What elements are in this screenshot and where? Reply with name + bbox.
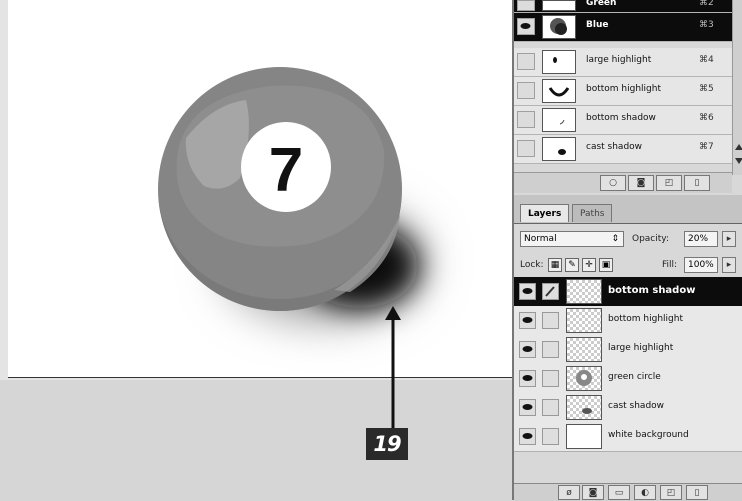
link-toggle[interactable] xyxy=(542,341,559,358)
eye-icon[interactable] xyxy=(519,283,536,300)
trash-icon[interactable]: ▯ xyxy=(684,175,710,191)
new-channel-icon[interactable]: ◰ xyxy=(656,175,682,191)
channel-name: bottom highlight xyxy=(586,84,661,94)
tab-layers[interactable]: Layers xyxy=(520,204,570,222)
ball-number: 7 xyxy=(269,136,303,205)
layers-button-bar: ø ◙ ▭ ◐ ◰ ▯ xyxy=(514,483,742,501)
tab-paths[interactable]: Paths xyxy=(572,204,613,222)
layer-style-icon[interactable]: ø xyxy=(558,485,580,500)
layer-row-bottom-highlight[interactable]: bottom highlight xyxy=(514,306,742,336)
eye-toggle-empty[interactable] xyxy=(517,111,535,128)
opacity-input[interactable]: 20% xyxy=(684,231,718,247)
layers-palette: Layers Paths Normal ⇕ Opacity: 20% ▸ Loc… xyxy=(512,195,742,501)
channel-thumbnail xyxy=(542,137,576,161)
channel-row-bottom-shadow[interactable]: bottom shadow ⌘6 xyxy=(514,106,732,135)
opacity-arrow-icon[interactable]: ▸ xyxy=(722,231,736,247)
blend-mode-value: Normal xyxy=(524,234,557,244)
link-toggle[interactable] xyxy=(542,428,559,445)
layer-row-cast-shadow[interactable]: cast shadow xyxy=(514,393,742,423)
layer-name: large highlight xyxy=(608,343,674,353)
layer-name: cast shadow xyxy=(608,401,665,411)
eye-icon[interactable] xyxy=(519,399,536,416)
channel-shortcut: ⌘4 xyxy=(699,55,714,65)
eye-icon[interactable] xyxy=(519,341,536,358)
link-toggle[interactable] xyxy=(542,370,559,387)
channel-name: Green xyxy=(586,0,617,8)
new-layer-icon[interactable]: ◰ xyxy=(660,485,682,500)
billiard-ball-artwork: 7 xyxy=(158,67,424,320)
link-toggle[interactable] xyxy=(542,399,559,416)
layer-row-large-highlight[interactable]: large highlight xyxy=(514,335,742,365)
channel-row-blue[interactable]: Blue ⌘3 xyxy=(514,13,732,42)
eye-icon[interactable] xyxy=(519,312,536,329)
channel-shortcut: ⌘3 xyxy=(699,20,714,30)
eye-icon[interactable] xyxy=(517,18,535,35)
channel-row-cast-shadow[interactable]: cast shadow ⌘7 xyxy=(514,135,732,164)
eye-toggle-empty[interactable] xyxy=(517,140,535,157)
layer-name: bottom highlight xyxy=(608,314,683,324)
brush-icon xyxy=(542,283,559,300)
layer-thumbnail xyxy=(566,395,602,420)
channel-shortcut: ⌘5 xyxy=(699,84,714,94)
eye-icon[interactable] xyxy=(517,0,535,11)
new-set-icon[interactable]: ▭ xyxy=(608,485,630,500)
lock-label: Lock: xyxy=(520,260,544,270)
layer-thumbnail xyxy=(566,337,602,362)
blend-mode-select[interactable]: Normal ⇕ xyxy=(520,231,624,247)
channels-palette: Green ⌘2 Blue ⌘3 large highlight ⌘4 bott… xyxy=(512,0,742,195)
layer-row-white-background[interactable]: white background xyxy=(514,422,742,452)
channel-name: large highlight xyxy=(586,55,652,65)
channel-name: cast shadow xyxy=(586,142,643,152)
channel-shortcut: ⌘2 xyxy=(699,0,714,8)
layer-row-bottom-shadow[interactable]: bottom shadow xyxy=(514,277,742,307)
eye-icon[interactable] xyxy=(519,370,536,387)
channel-thumbnail xyxy=(542,79,576,103)
channel-thumbnail xyxy=(542,108,576,132)
opacity-label: Opacity: xyxy=(632,234,669,244)
save-selection-icon[interactable]: ◙ xyxy=(628,175,654,191)
layer-row-green-circle[interactable]: green circle xyxy=(514,364,742,394)
channel-thumbnail xyxy=(542,15,576,39)
channel-row-large-highlight[interactable]: large highlight ⌘4 xyxy=(514,48,732,77)
channel-thumbnail xyxy=(542,50,576,74)
load-selection-icon[interactable]: ○ xyxy=(600,175,626,191)
layer-name: bottom shadow xyxy=(608,285,696,296)
link-toggle[interactable] xyxy=(542,312,559,329)
trash-icon[interactable]: ▯ xyxy=(686,485,708,500)
callout-arrow xyxy=(385,306,401,436)
layer-thumbnail xyxy=(566,308,602,333)
image-canvas[interactable]: 7 xyxy=(8,0,513,378)
channel-name: bottom shadow xyxy=(586,113,656,123)
layer-thumbnail xyxy=(566,279,602,304)
eye-toggle-empty[interactable] xyxy=(517,82,535,99)
layer-name: green circle xyxy=(608,372,661,382)
channel-shortcut: ⌘7 xyxy=(699,142,714,152)
channels-button-bar: ○ ◙ ◰ ▯ xyxy=(514,172,732,193)
channel-shortcut: ⌘6 xyxy=(699,113,714,123)
layer-name: white background xyxy=(608,430,689,440)
fill-arrow-icon[interactable]: ▸ xyxy=(722,257,736,273)
document-window: 7 xyxy=(0,0,513,380)
channels-scrollbar[interactable] xyxy=(732,0,742,175)
step-number-badge: 19 xyxy=(366,428,408,460)
fill-input[interactable]: 100% xyxy=(684,257,718,273)
channel-row-green[interactable]: Green ⌘2 xyxy=(514,0,732,13)
eye-toggle-empty[interactable] xyxy=(517,53,535,70)
lock-transparency-icon[interactable]: ▦ xyxy=(548,258,562,272)
layer-thumbnail xyxy=(566,424,602,449)
adjustment-layer-icon[interactable]: ◐ xyxy=(634,485,656,500)
lock-all-icon[interactable]: ▣ xyxy=(599,258,613,272)
channel-name: Blue xyxy=(586,20,609,30)
lock-brush-icon[interactable]: ✎ xyxy=(565,258,579,272)
palette-tabbar: Layers Paths xyxy=(514,195,742,224)
dropdown-arrows-icon: ⇕ xyxy=(611,234,619,244)
fill-label: Fill: xyxy=(662,260,678,270)
lock-move-icon[interactable]: ✛ xyxy=(582,258,596,272)
eye-icon[interactable] xyxy=(519,428,536,445)
layer-mask-icon[interactable]: ◙ xyxy=(582,485,604,500)
layer-thumbnail xyxy=(566,366,602,391)
channel-thumbnail xyxy=(542,0,576,11)
channel-row-bottom-highlight[interactable]: bottom highlight ⌘5 xyxy=(514,77,732,106)
